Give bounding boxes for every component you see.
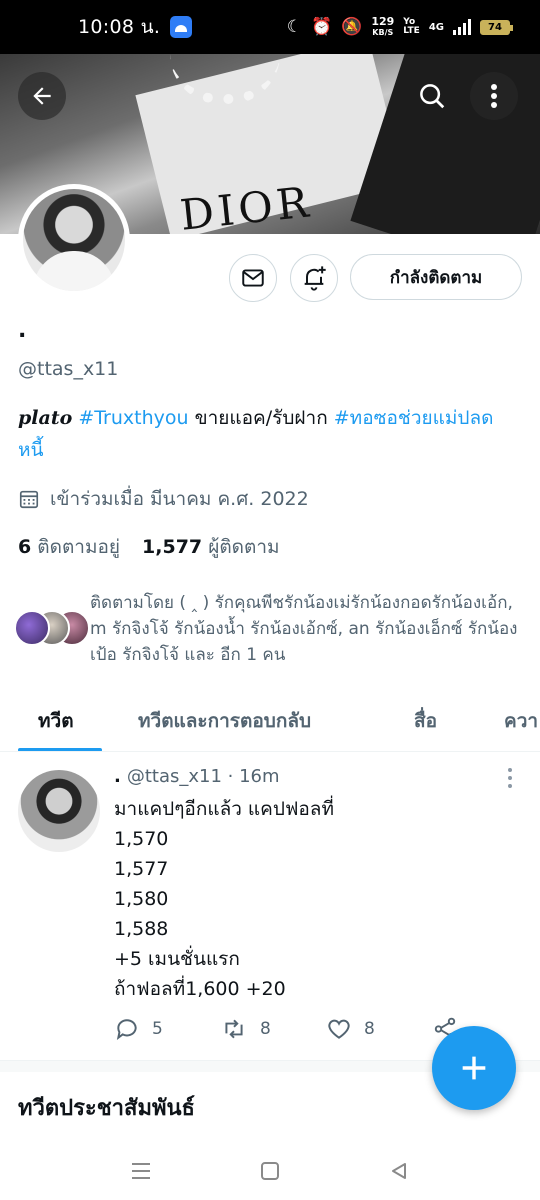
tab-tweets-and-replies[interactable]: ทวีตและการตอบกลับ (138, 706, 311, 736)
tweet-handle-time: @ttas_x11 · 16m (126, 766, 280, 787)
tweet-header: . @ttas_x11 · 16m (114, 766, 280, 787)
recent-apps-button[interactable] (126, 1156, 156, 1186)
network-type: 4G (428, 21, 444, 33)
profile-bio: plato #Truxthyou ขายแอค/รับฝาก #ทอซอช่วย… (18, 402, 518, 466)
like-button[interactable]: 8 (326, 1016, 375, 1042)
menu-icon (132, 1163, 150, 1179)
following-label: ติดตามอยู่ (37, 536, 121, 558)
compose-tweet-button[interactable] (432, 1026, 516, 1110)
tweet-line: 1,580 (114, 888, 169, 910)
profile-handle: @ttas_x11 (18, 358, 119, 380)
app-notification-icon (170, 16, 193, 38)
followers-you-know[interactable]: ติดตามโดย ( ‸ ) รักคุณพีชรักน้องเม่รักน้… (14, 590, 534, 668)
tweet-line: ถ้าฟอลที่1,600 +20 (114, 978, 286, 1000)
calendar-icon (19, 490, 39, 509)
arrow-left-icon (33, 87, 51, 105)
tweet-avatar[interactable] (18, 770, 100, 852)
bio-hashtag-link[interactable]: #Truxthyou (78, 407, 188, 429)
signal-icon (453, 19, 471, 35)
search-button[interactable] (408, 72, 456, 120)
alarm-icon: ⏰ (310, 17, 333, 37)
back-triangle-icon (392, 1163, 406, 1179)
reply-count: 5 (152, 1019, 163, 1039)
retweet-button[interactable]: 8 (220, 1016, 271, 1042)
volte-bottom: LTE (403, 26, 420, 36)
display-name: . (18, 318, 27, 343)
following-button[interactable]: กำลังติดตาม (350, 254, 522, 300)
more-vertical-icon (491, 84, 497, 108)
net-speed-value: 129 (371, 15, 395, 28)
home-button[interactable] (255, 1156, 285, 1186)
tweet-author-name: . (114, 766, 121, 787)
reply-icon (116, 1019, 137, 1040)
tab-media[interactable]: สื่อ (414, 706, 437, 736)
more-options-button[interactable] (470, 72, 518, 120)
like-count: 8 (364, 1019, 375, 1039)
tweet-line: 1,570 (114, 828, 169, 850)
profile-avatar[interactable] (18, 184, 130, 296)
followed-by-text: ติดตามโดย ( ‸ ) รักคุณพีชรักน้องเม่รักน้… (90, 593, 518, 665)
back-nav-button[interactable] (384, 1156, 414, 1186)
status-icons: ☾ ⏰ 🔕 129 KB/S Yo LTE 4G 74 (286, 16, 513, 38)
tab-tweets[interactable]: ทวีต (38, 706, 74, 736)
reply-button[interactable]: 5 (114, 1016, 163, 1042)
moon-icon: ☾ (286, 17, 302, 37)
following-link[interactable]: 6 ติดตามอยู่ (18, 532, 120, 562)
profile-tabs: ทวีต ทวีตและการตอบกลับ สื่อ ควา (0, 688, 540, 752)
tweet-line: 1,577 (114, 858, 169, 880)
promoted-section-title: ทวีตประชาสัมพันธ์ (18, 1096, 195, 1121)
plus-icon (462, 1056, 486, 1080)
battery-icon: 74 (480, 19, 513, 35)
status-time: 10:08 น. (78, 16, 161, 38)
net-speed-unit: KB/S (372, 28, 394, 37)
message-button[interactable] (229, 254, 277, 302)
bio-text: ขายแอค/รับฝาก (188, 407, 334, 429)
mutual-avatars (14, 610, 90, 650)
home-square-icon (261, 1162, 279, 1180)
notifications-button[interactable] (290, 254, 338, 302)
bio-text: plato (18, 407, 73, 429)
envelope-icon (242, 269, 264, 287)
status-bar: 10:08 น. ☾ ⏰ 🔕 129 KB/S Yo LTE 4G 74 (0, 0, 540, 54)
volte-indicator: Yo LTE (403, 18, 420, 36)
back-button[interactable] (18, 72, 66, 120)
tweet-text: มาแคปๆอีกแล้ว แคปฟอลที่ 1,570 1,577 1,58… (114, 794, 494, 1004)
active-tab-indicator (18, 748, 102, 751)
net-speed: 129 KB/S (371, 16, 394, 38)
heart-icon (328, 1019, 350, 1039)
mute-icon: 🔕 (341, 17, 363, 37)
tab-likes[interactable]: ควา (504, 706, 538, 736)
joined-text: เข้าร่วมเมื่อ มีนาคม ค.ศ. 2022 (50, 488, 309, 510)
tweet-actions: 5 8 8 (114, 1016, 474, 1046)
joined-date: เข้าร่วมเมื่อ มีนาคม ค.ศ. 2022 (18, 484, 309, 514)
retweet-count: 8 (260, 1019, 271, 1039)
tweet-line: 1,588 (114, 918, 169, 940)
followers-count: 1,577 (142, 536, 203, 558)
system-nav-bar (0, 1140, 540, 1200)
retweet-icon (225, 1019, 243, 1039)
tweet-line: มาแคปๆอีกแล้ว แคปฟอลที่ (114, 798, 334, 820)
followers-link[interactable]: 1,577 ผู้ติดตาม (142, 532, 280, 562)
tweet-more-button[interactable] (500, 766, 520, 790)
bell-plus-icon (304, 266, 326, 291)
followers-label: ผู้ติดตาม (208, 536, 280, 558)
follow-counts: 6 ติดตามอยู่ 1,577 ผู้ติดตาม (18, 532, 280, 562)
avatar-image (23, 189, 125, 291)
following-count: 6 (18, 536, 32, 558)
tweet-line: +5 เมนชั่นแรก (114, 948, 240, 970)
search-icon (420, 84, 445, 109)
